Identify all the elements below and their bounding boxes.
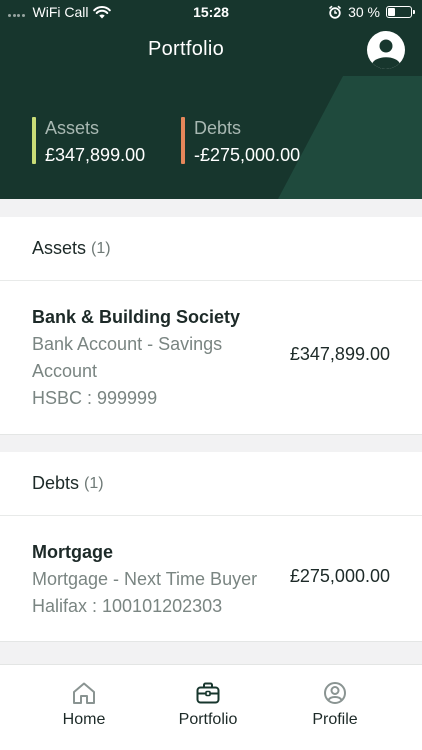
briefcase-icon <box>196 682 220 704</box>
assets-card: Assets (1) Bank & Building Society Bank … <box>0 217 422 435</box>
tab-profile-label: Profile <box>312 711 358 728</box>
debts-summary-label: Debts <box>194 118 242 138</box>
debt-list-item[interactable]: Mortgage Mortgage - Next Time Buyer Hali… <box>0 516 422 641</box>
asset-list-item[interactable]: Bank & Building Society Bank Account - S… <box>0 281 422 434</box>
assets-summary-label: Assets <box>45 118 100 138</box>
assets-summary-value: £347,899.00 <box>45 145 146 165</box>
debts-section-title: Debts <box>32 473 80 493</box>
debt-name: Mortgage <box>32 542 113 562</box>
avatar[interactable] <box>367 31 405 69</box>
alarm-icon <box>329 5 342 19</box>
asset-type: Bank Account - Savings Account <box>32 334 223 381</box>
debts-accent-bar <box>181 117 185 164</box>
assets-summary: Assets £347,899.00 <box>32 117 145 165</box>
debts-summary: Debts -£275,000.00 <box>181 117 300 165</box>
header-decoration <box>278 76 422 199</box>
tab-portfolio[interactable]: Portfolio <box>148 681 268 729</box>
debt-account: Halifax : 100101202303 <box>32 596 223 616</box>
debts-card: Debts (1) Mortgage Mortgage - Next Time … <box>0 452 422 642</box>
status-bar: WiFi Call 15:28 30 % <box>0 0 422 24</box>
home-icon <box>73 682 95 704</box>
assets-accent-bar <box>32 117 36 164</box>
page-title: Portfolio <box>147 38 225 60</box>
battery-icon <box>386 6 415 18</box>
assets-section-count: (1) <box>91 239 111 257</box>
tab-home[interactable]: Home <box>24 681 144 729</box>
debt-type: Mortgage - Next Time Buyer <box>32 569 258 589</box>
debts-section-count: (1) <box>84 474 104 492</box>
user-avatar-icon <box>372 39 400 69</box>
status-right: 30 % <box>328 4 415 20</box>
asset-amount: £347,899.00 <box>289 344 390 364</box>
asset-account: HSBC : 999999 <box>32 388 158 408</box>
tab-portfolio-label: Portfolio <box>178 711 238 728</box>
battery-fill <box>388 8 396 16</box>
tab-profile[interactable]: Profile <box>275 681 395 729</box>
user-circle-icon <box>324 682 346 704</box>
assets-section-header: Assets (1) <box>0 217 422 281</box>
asset-name: Bank & Building Society <box>32 307 241 327</box>
debt-amount: £275,000.00 <box>289 566 390 586</box>
bottom-nav: Home Portfolio Profile <box>0 664 422 750</box>
tab-home-label: Home <box>62 711 106 728</box>
debts-summary-value: -£275,000.00 <box>194 145 301 165</box>
assets-section-title: Assets <box>32 238 87 258</box>
battery-percent: 30 % <box>348 4 380 20</box>
portfolio-header: WiFi Call 15:28 30 % Portfolio Assets £3… <box>0 0 422 199</box>
debts-section-header: Debts (1) <box>0 452 422 516</box>
